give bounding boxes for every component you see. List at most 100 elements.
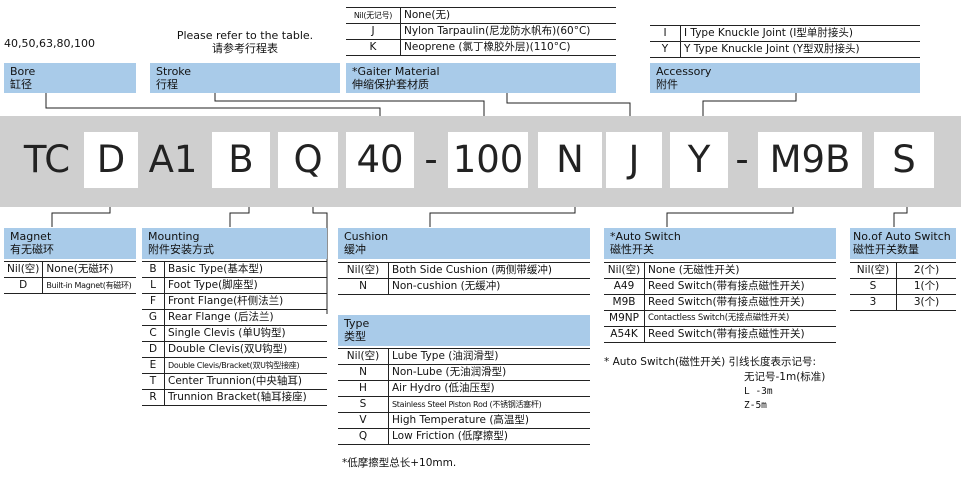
table-row: K Neoprene (氯丁橡胶外层)(110°C) (346, 39, 616, 56)
bore-values: 40,50,63,80,100 (4, 37, 95, 50)
stroke-values: Please refer to the table. 请参考行程表 (150, 29, 340, 55)
bore-header-en: Bore (10, 65, 36, 78)
table-row: D Double Clevis(双U钩型) (142, 341, 327, 358)
table-row: G Rear Flange (后法兰) (142, 309, 327, 326)
code-dash-2: - (735, 138, 749, 181)
switch-qty-table: Nil(空) 2(个) S 1(个) 3 3(个) (850, 262, 956, 311)
stroke-header: Stroke 行程 (150, 63, 340, 93)
table-row: Nil(空) None(无磁环) (4, 261, 136, 278)
accessory-header: Accessory 附件 (650, 63, 920, 93)
code-dash-1: - (424, 138, 438, 181)
cushion-header-cn: 缓冲 (344, 243, 366, 256)
connector-accessory (702, 93, 797, 116)
code-switch-qty: S (874, 132, 934, 188)
magnet-table: Nil(空) None(无磁环) D Built-in Magnet(有磁环) (4, 261, 136, 294)
switch-qty-header: No.of Auto Switch 磁性开关数量 (850, 228, 956, 259)
gaiter-header-cn: 伸缩保护套材质 (352, 78, 429, 91)
table-row: Nil(空) Both Side Cushion (两侧带缓冲) (338, 262, 590, 279)
cushion-table: Nil(空) Both Side Cushion (两侧带缓冲) N Non-cus… (338, 262, 590, 295)
stroke-values-en: Please refer to the table. (176, 29, 314, 42)
code-bore: 40 (346, 132, 414, 188)
switch-qty-header-en: No.of Auto Switch (853, 230, 951, 243)
mounting-header-en: Mounting (148, 230, 200, 243)
table-row: II Type Knuckle Joint (I型单肘接头) (650, 25, 920, 42)
accessory-header-cn: 附件 (656, 78, 678, 91)
connector-cushion (429, 205, 576, 227)
magnet-header: Magnet 有无磁环 (4, 228, 136, 259)
auto-switch-table: Nil(空) None (无磁性开关) A49 Reed Switch(带有接点磁性… (604, 262, 836, 343)
auto-switch-header-cn: 磁性开关 (610, 243, 654, 256)
table-row: E Double Clevis/Bracket(双U钩型接座) (142, 357, 327, 374)
table-row: A49 Reed Switch(带有接点磁性开关) (604, 278, 836, 295)
connector-switch-qty (893, 205, 908, 227)
gaiter-header-en: *Gaiter Material (352, 65, 440, 78)
connector-auto-switch (666, 205, 794, 227)
connector-mounting (229, 205, 250, 227)
table-row: YY Type Knuckle Joint (Y型双肘接头) (650, 41, 920, 58)
table-row: M9NP Contactless Switch(无接点磁性开关) (604, 310, 836, 327)
connector-gaiter (506, 93, 631, 116)
table-row: R Trunnion Bracket(轴耳接座) (142, 389, 327, 406)
code-series: TC (23, 138, 71, 181)
table-row: A54K Reed Switch(带有接点磁性开关) (604, 326, 836, 343)
table-row: B Basic Type(基本型) (142, 261, 327, 278)
stroke-values-cn: 请参考行程表 (212, 42, 278, 55)
bore-header: Bore 缸径 (4, 63, 136, 93)
gaiter-header: *Gaiter Material 伸缩保护套材质 (346, 63, 616, 93)
auto-switch-note-title: * Auto Switch(磁性开关) 引线长度表示记号: (604, 356, 817, 368)
mounting-header-cn: 附件安装方式 (148, 243, 214, 256)
auto-switch-note-l: L -3m (744, 386, 773, 397)
table-row: H Air Hydro (低油压型) (338, 380, 590, 397)
magnet-header-en: Magnet (10, 230, 52, 243)
table-row: D Built-in Magnet(有磁环) (4, 277, 136, 294)
cushion-header-en: Cushion (344, 230, 389, 243)
table-row: J Nylon Tarpaulin(尼龙防水帆布)(60°C) (346, 23, 616, 40)
connector-bore (45, 93, 381, 116)
code-a1: A1 (148, 138, 198, 181)
connector-magnet (51, 205, 111, 227)
table-row: Nil(空) Lube Type (油润滑型) (338, 348, 590, 365)
code-type: Q (278, 132, 338, 188)
cushion-header: Cushion 缓冲 (338, 228, 590, 259)
table-row: Nil(空) 2(个) (850, 262, 956, 279)
gaiter-table: Nil(无记号) None(无) J Nylon Tarpaulin(尼龙防水帆布)… (346, 7, 616, 56)
table-row: Nil(无记号) None(无) (346, 7, 616, 24)
stroke-header-cn: 行程 (156, 78, 178, 91)
table-row: M9B Reed Switch(带有接点磁性开关) (604, 294, 836, 311)
type-header: Type 类型 (338, 315, 590, 346)
table-row: Nil(空) None (无磁性开关) (604, 262, 836, 279)
type-note: *低摩擦型总长+10mm. (342, 457, 457, 469)
auto-switch-header-en: *Auto Switch (610, 230, 681, 243)
table-row: L Foot Type(脚座型) (142, 277, 327, 294)
magnet-header-cn: 有无磁环 (10, 243, 54, 256)
table-row: V High Temperature (高温型) (338, 412, 590, 429)
code-auto-switch: M9B (758, 132, 862, 188)
auto-switch-note-z: Z-5m (744, 400, 767, 411)
code-stroke: 100 (448, 132, 528, 188)
code-mounting: B (212, 132, 270, 188)
auto-switch-header: *Auto Switch 磁性开关 (604, 228, 836, 259)
auto-switch-note-standard: 无记号-1m(标准) (744, 371, 826, 383)
table-row: S 1(个) (850, 278, 956, 295)
code-gaiter: J (606, 132, 662, 188)
mounting-table: B Basic Type(基本型) L Foot Type(脚座型) F Front … (142, 261, 327, 406)
switch-qty-header-cn: 磁性开关数量 (853, 243, 919, 256)
type-header-en: Type (344, 317, 370, 330)
table-row: Q Low Friction (低摩擦型) (338, 428, 590, 445)
table-row: T Center Trunnion(中央轴耳) (142, 373, 327, 390)
table-row: F Front Flange(杆侧法兰) (142, 293, 327, 310)
code-accessory: Y (670, 132, 728, 188)
code-magnet: D (84, 132, 138, 188)
table-row: N Non-Lube (无油润滑型) (338, 364, 590, 381)
table-row: N Non-cushion (无缓冲) (338, 278, 590, 295)
table-row: 3 3(个) (850, 294, 956, 311)
type-header-cn: 类型 (344, 330, 366, 343)
accessory-header-en: Accessory (656, 65, 712, 78)
table-row: C Single Clevis (单U钩型) (142, 325, 327, 342)
code-cushion: N (538, 132, 602, 188)
connector-stroke (214, 93, 485, 116)
type-table: Nil(空) Lube Type (油润滑型) N Non-Lube (无油润滑型)… (338, 348, 590, 445)
table-row: S Stainless Steel Piston Rod (不锈钢活塞杆) (338, 396, 590, 413)
stroke-header-en: Stroke (156, 65, 192, 78)
accessory-table: II Type Knuckle Joint (I型单肘接头) YY Type K… (650, 25, 920, 58)
